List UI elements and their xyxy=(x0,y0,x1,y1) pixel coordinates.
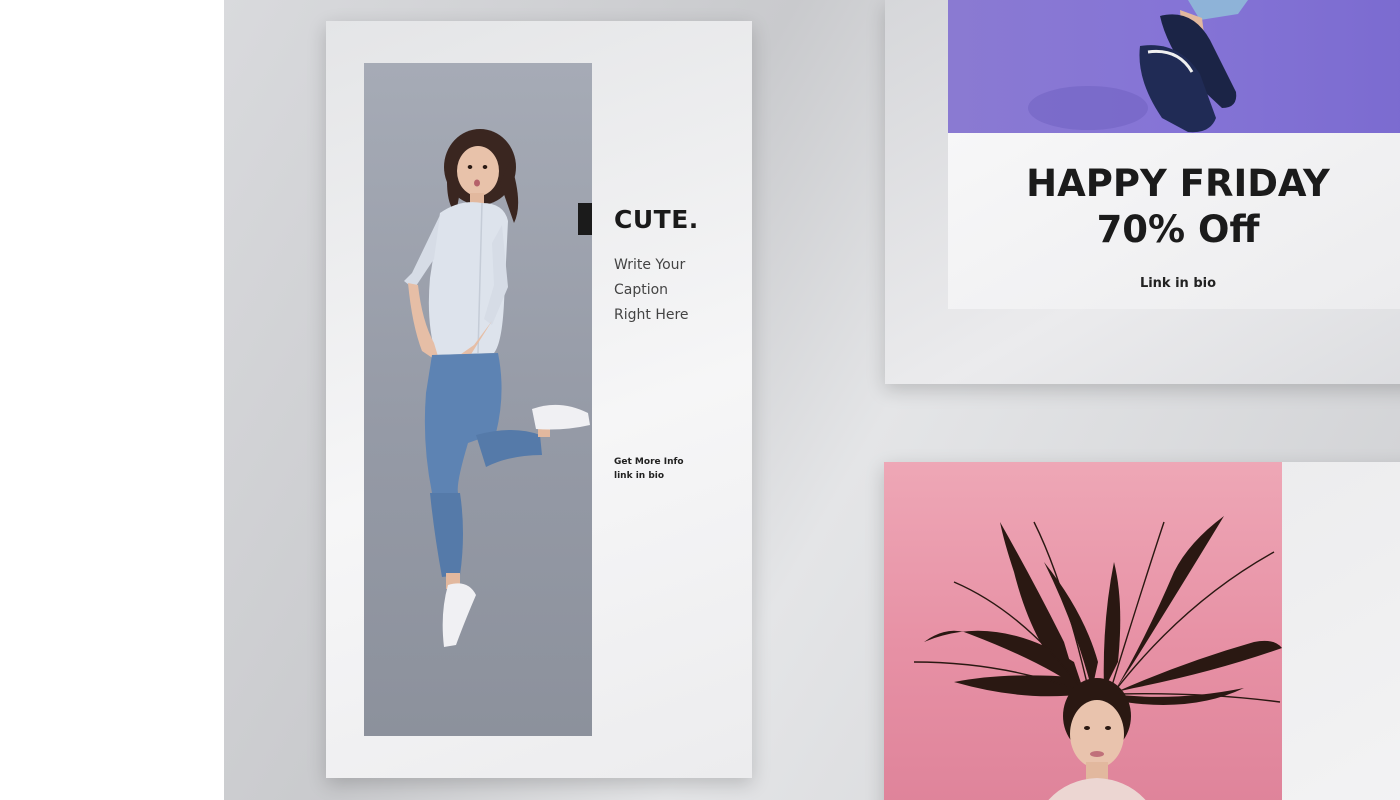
flying-hair-woman-photo xyxy=(884,462,1282,800)
sneakers-photo xyxy=(948,0,1400,133)
info-line: Get More Info xyxy=(614,457,684,467)
caption-line: Caption xyxy=(614,282,669,298)
jumping-woman-photo xyxy=(364,63,592,736)
promo-link-text: Link in bio xyxy=(1139,276,1217,291)
story-template-card: CUTE. Write Your Caption Right Here Get … xyxy=(326,21,752,778)
story-caption: Write Your Caption Right Here xyxy=(614,253,734,328)
promo-headline: HAPPY FRIDAY 70% Off xyxy=(948,161,1400,253)
promo-template-card: HAPPY FRIDAY 70% Off Link in bio xyxy=(885,0,1400,384)
promo-headline-line: HAPPY FRIDAY xyxy=(1026,162,1330,205)
pink-template-card xyxy=(884,462,1400,800)
story-info: Get More Info link in bio xyxy=(614,455,684,483)
mockup-stage: CUTE. Write Your Caption Right Here Get … xyxy=(224,0,1400,800)
promo-headline-line: 70% Off xyxy=(1096,208,1260,251)
info-line: link in bio xyxy=(614,471,665,481)
accent-bar xyxy=(578,203,592,235)
story-title: CUTE. xyxy=(614,205,699,234)
caption-line: Right Here xyxy=(614,307,689,323)
caption-line: Write Your xyxy=(614,257,686,273)
